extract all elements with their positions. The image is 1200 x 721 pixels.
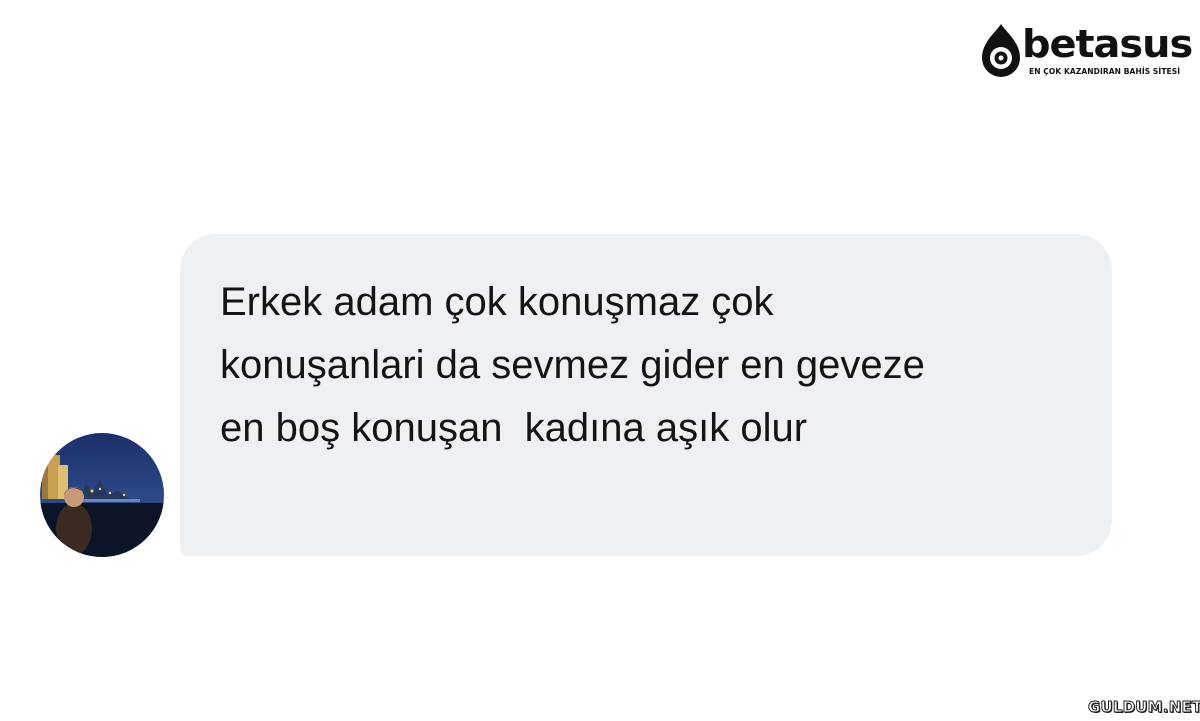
brand-name: betasus — [1022, 22, 1193, 66]
brand-tagline: EN ÇOK KAZANDIRAN BAHİS SİTESİ — [1029, 67, 1181, 76]
watermark: GULDUM.NET — [1087, 698, 1200, 717]
user-avatar[interactable] — [40, 433, 164, 557]
betasus-logo-icon — [982, 24, 1020, 77]
brand-logo: betasus EN ÇOK KAZANDIRAN BAHİS SİTESİ — [972, 16, 1193, 86]
message-text: Erkek adam çok konuşmaz çok konuşanlari … — [220, 280, 936, 450]
user-avatar-photo — [40, 433, 164, 557]
page: betasus EN ÇOK KAZANDIRAN BAHİS SİTESİ E… — [0, 0, 1200, 721]
message-bubble: Erkek adam çok konuşmaz çok konuşanlari … — [180, 234, 1112, 556]
